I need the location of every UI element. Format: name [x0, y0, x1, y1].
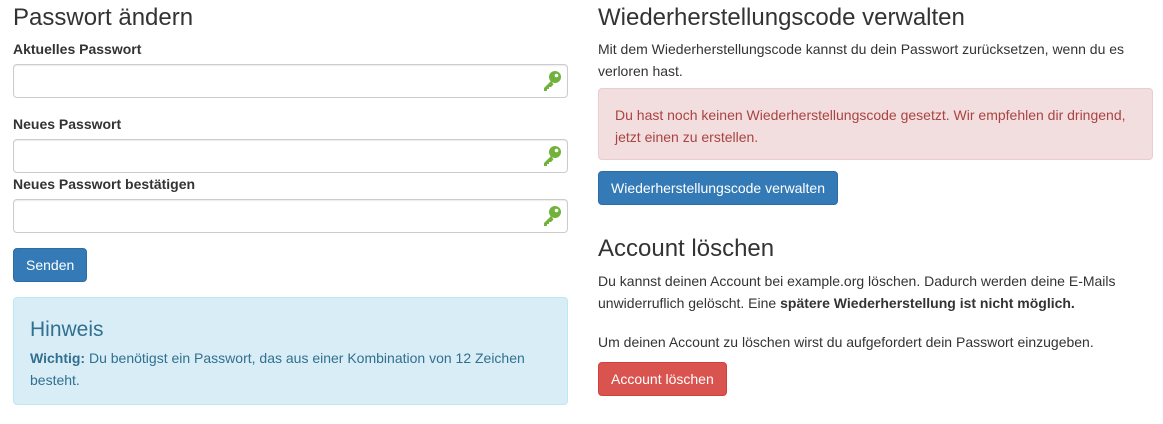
new-password-field-wrap	[13, 139, 568, 173]
current-password-label: Aktuelles Passwort	[13, 41, 142, 57]
key-icon	[544, 71, 561, 91]
confirm-password-field-wrap	[13, 199, 568, 233]
key-icon	[544, 146, 561, 166]
recovery-code-description: Mit dem Wiederherstellungscode kannst du…	[598, 41, 1125, 79]
recovery-code-alert: Du hast noch keinen Wiederherstellungsco…	[598, 88, 1153, 160]
current-password-field-wrap	[13, 64, 568, 98]
hint-body: Du benötigst ein Passwort, das aus einer…	[30, 350, 525, 389]
change-password-title: Passwort ändern	[13, 4, 194, 31]
confirm-password-input[interactable]	[14, 200, 567, 232]
recovery-code-title: Wiederherstellungscode verwalten	[598, 4, 965, 31]
delete-account-title: Account löschen	[598, 235, 775, 262]
new-password-label: Neues Passwort	[13, 116, 122, 132]
confirm-password-label: Neues Passwort bestätigen	[13, 176, 196, 192]
key-icon	[544, 206, 561, 226]
hint-box: Hinweis Wichtig: Du benötigst ein Passwo…	[13, 297, 568, 405]
new-password-input[interactable]	[14, 140, 567, 172]
submit-button[interactable]: Senden	[13, 248, 88, 282]
hint-strong: Wichtig:	[30, 350, 86, 367]
delete-account-instruction: Um deinen Account zu löschen wirst du au…	[598, 334, 1094, 350]
delete-account-warning: spätere Wiederherstellung ist nicht mögl…	[780, 295, 1075, 311]
hint-text: Wichtig: Du benötigst ein Passwort, das …	[30, 347, 551, 391]
delete-account-description: Du kannst deinen Account bei example.org…	[598, 270, 1143, 314]
current-password-input[interactable]	[14, 65, 567, 97]
delete-account-button[interactable]: Account löschen	[598, 362, 727, 396]
manage-recovery-code-button[interactable]: Wiederherstellungscode verwalten	[598, 171, 838, 205]
hint-title: Hinweis	[30, 318, 104, 341]
